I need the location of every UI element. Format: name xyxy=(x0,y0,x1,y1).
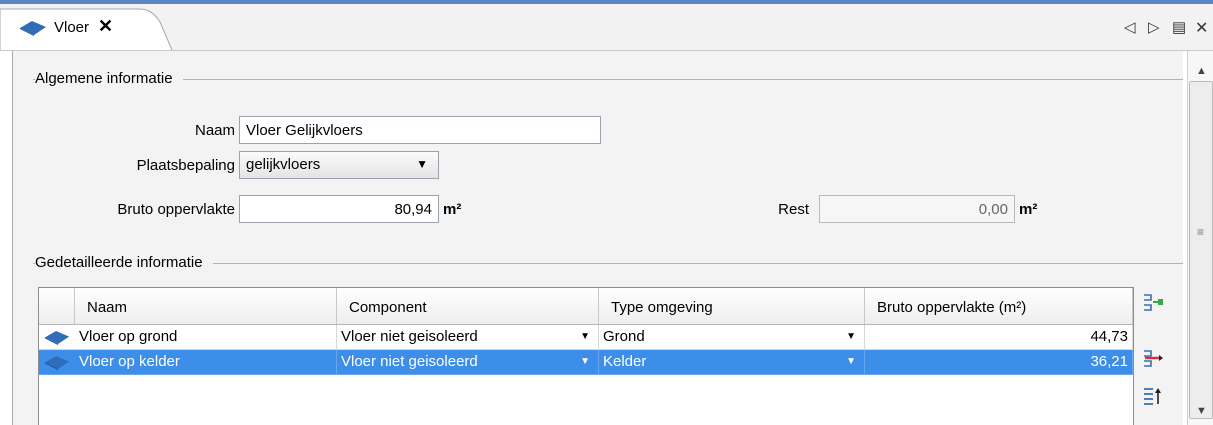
column-header-name[interactable]: Naam xyxy=(75,288,337,324)
cell-component-select[interactable]: Vloer niet geisoleerd ▼ xyxy=(337,350,599,375)
rest-input xyxy=(819,195,1015,223)
gross-area-unit: m² xyxy=(443,201,462,218)
vertical-scrollbar[interactable]: ▲ ≡ ▼ xyxy=(1187,51,1213,425)
gross-area-label: Bruto oppervlakte xyxy=(117,201,235,218)
rest-label: Rest xyxy=(778,201,809,218)
section-title-general: Algemene informatie xyxy=(35,70,183,87)
cell-name[interactable]: Vloer op grond xyxy=(75,325,337,350)
tab-vloer[interactable]: Vloer xyxy=(54,19,89,36)
close-panel-button[interactable]: ✕ xyxy=(1195,18,1208,38)
column-header-gross-area[interactable]: Bruto oppervlakte (m²) xyxy=(865,288,1133,324)
scroll-down-arrow-icon[interactable]: ▼ xyxy=(1196,405,1207,417)
scroll-up-arrow-icon[interactable]: ▲ xyxy=(1196,65,1207,77)
location-selected-value: gelijkvloers xyxy=(246,156,321,173)
table-row[interactable]: Vloer op grond Vloer niet geisoleerd ▼ G… xyxy=(39,325,1133,350)
section-title-detail: Gedetailleerde informatie xyxy=(35,254,213,271)
tab-close-button[interactable]: ✕ xyxy=(98,16,113,37)
floor-icon xyxy=(44,355,70,370)
table-row-selected[interactable]: Vloer op kelder Vloer niet geisoleerd ▼ … xyxy=(39,350,1133,375)
cell-environment-value: Kelder xyxy=(603,353,647,370)
location-label: Plaatsbepaling xyxy=(136,157,235,174)
scrollbar-thumb[interactable]: ≡ xyxy=(1189,81,1213,419)
cell-environment-value: Grond xyxy=(603,328,645,345)
chevron-down-icon: ▼ xyxy=(580,356,590,367)
cell-gross-area[interactable]: 36,21 xyxy=(865,350,1133,375)
location-select[interactable]: gelijkvloers ▼ xyxy=(239,151,439,179)
move-up-icon[interactable] xyxy=(1141,386,1165,408)
cell-component-value: Vloer niet geisoleerd xyxy=(341,328,478,345)
gross-area-input[interactable] xyxy=(239,195,439,223)
add-row-icon[interactable] xyxy=(1141,292,1165,314)
name-label: Naam xyxy=(194,122,235,139)
prev-tab-button[interactable]: ◁ xyxy=(1124,18,1136,36)
tab-list-button[interactable]: ▤ xyxy=(1172,18,1186,36)
cell-component-select[interactable]: Vloer niet geisoleerd ▼ xyxy=(337,325,599,350)
rest-unit: m² xyxy=(1019,201,1038,218)
grip-icon: ≡ xyxy=(1197,225,1205,239)
table-header: Naam Component Type omgeving Bruto opper… xyxy=(39,288,1133,325)
chevron-down-icon: ▼ xyxy=(416,157,428,171)
cell-component-value: Vloer niet geisoleerd xyxy=(341,353,478,370)
chevron-down-icon: ▼ xyxy=(846,356,856,367)
remove-row-icon[interactable] xyxy=(1141,348,1165,370)
cell-environment-select[interactable]: Kelder ▼ xyxy=(599,350,865,375)
column-header-component[interactable]: Component xyxy=(337,288,599,324)
cell-name[interactable]: Vloer op kelder xyxy=(75,350,337,375)
section-separator xyxy=(33,79,1183,80)
row-icon-cell xyxy=(39,350,75,375)
cell-environment-select[interactable]: Grond ▼ xyxy=(599,325,865,350)
chevron-down-icon: ▼ xyxy=(846,331,856,342)
table-header-icon-column xyxy=(39,288,75,324)
chevron-down-icon: ▼ xyxy=(580,331,590,342)
next-tab-button[interactable]: ▷ xyxy=(1148,18,1160,36)
name-input[interactable] xyxy=(239,116,601,144)
floor-icon xyxy=(20,21,46,36)
floor-icon xyxy=(44,330,70,345)
cell-gross-area[interactable]: 44,73 xyxy=(865,325,1133,350)
column-header-environment[interactable]: Type omgeving xyxy=(599,288,865,324)
row-icon-cell xyxy=(39,325,75,350)
detail-table: Naam Component Type omgeving Bruto opper… xyxy=(38,287,1134,425)
tab-bar: Vloer ✕ ◁ ▷ ▤ ✕ xyxy=(0,4,1213,51)
